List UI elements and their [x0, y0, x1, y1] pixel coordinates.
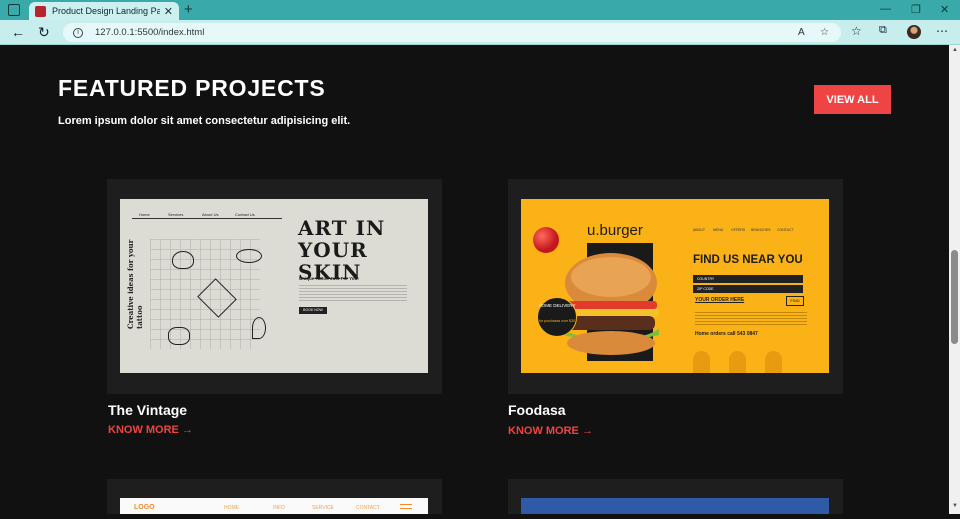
skull-tattoo-icon	[168, 327, 190, 345]
food-nav-item: MENU	[713, 228, 724, 232]
burger-logo: u.burger	[587, 222, 643, 239]
section-subtitle: Lorem ipsum dolor sit amet consectetur a…	[58, 115, 351, 127]
dagger-tattoo-icon	[252, 317, 266, 339]
vin-nav-item: Home	[139, 212, 150, 217]
section-title: FEATURED PROJECTS	[58, 75, 326, 101]
delivery-badge-title: HOME DELIVERY	[538, 303, 576, 308]
arch-shape	[693, 351, 710, 373]
know-more-link[interactable]: KNOW MORE →	[108, 424, 193, 436]
scroll-up-icon[interactable]: ▲	[952, 47, 958, 53]
close-window-icon[interactable]: ✕	[940, 3, 949, 16]
scroll-down-icon[interactable]: ▼	[952, 503, 958, 509]
page-viewport: FEATURED PROJECTS Lorem ipsum dolor sit …	[0, 45, 949, 514]
tab-title: Product Design Landing Page	[52, 6, 160, 16]
delivery-badge-sub: for purchases over $30	[539, 319, 575, 323]
view-all-button[interactable]: VIEW ALL	[814, 85, 891, 114]
paragraph-lines	[299, 285, 407, 303]
foodasa-thumbnail[interactable]: u.burger ABOUT MENU OFFERS BRANCHES CONT…	[521, 199, 829, 373]
profile-avatar[interactable]	[907, 25, 921, 39]
close-tab-icon[interactable]: ✕	[164, 5, 173, 18]
project-card-next-1[interactable]: LOGO HOME INFO SERVICE CONTACT	[107, 479, 442, 514]
back-arrow-icon[interactable]: ←	[11, 24, 25, 40]
phone-text: Home orders call 543 0847	[695, 331, 758, 337]
browser-tab[interactable]: Product Design Landing Page ✕	[29, 2, 179, 20]
next-thumbnail: LOGO HOME INFO SERVICE CONTACT	[120, 498, 428, 514]
browser-toolbar: ← ↻ i 127.0.0.1:5500/index.html A ☆ ☆ ⧉ …	[0, 20, 960, 45]
project-card-next-2[interactable]	[508, 479, 843, 514]
tab-actions-icon[interactable]	[8, 4, 20, 16]
project-name: The Vintage	[108, 402, 188, 418]
vintage-tagline: Unique Tattoo Just For You!	[299, 276, 359, 281]
food-nav-item: OFFERS	[731, 228, 746, 232]
country-select: COUNTRY	[693, 275, 803, 283]
vintage-headline: ART IN YOUR SKIN	[298, 217, 428, 283]
find-us-heading: FIND US NEAR YOU	[693, 254, 803, 266]
tomato-icon	[533, 227, 559, 253]
next-nav-item: HOME	[224, 505, 239, 511]
arch-shape	[765, 351, 782, 373]
collections-icon[interactable]: ⧉	[879, 24, 887, 37]
vin-nav-item: Services	[168, 212, 184, 217]
arch-shape	[729, 351, 746, 373]
heart-tattoo-icon	[172, 251, 194, 269]
next-nav-item: INFO	[273, 505, 285, 511]
browser-tab-bar: Product Design Landing Page ✕ + — ❐ ✕	[0, 0, 960, 20]
scrollbar-thumb[interactable]	[951, 250, 958, 344]
vin-nav-item: Contact Us	[235, 212, 255, 217]
know-more-link[interactable]: KNOW MORE →	[508, 425, 593, 437]
read-aloud-icon[interactable]: A	[798, 27, 805, 38]
vin-nav-item: About Us	[202, 212, 219, 217]
favorites-icon[interactable]: ☆	[851, 24, 862, 38]
address-bar[interactable]: i 127.0.0.1:5500/index.html A ☆	[63, 23, 841, 42]
zip-select: ZIP CODE	[693, 285, 803, 293]
next-nav-item: CONTACT	[356, 505, 380, 511]
site-info-icon[interactable]: i	[73, 27, 83, 38]
next-nav-item: SERVICE	[312, 505, 334, 511]
next-logo: LOGO	[134, 504, 155, 511]
new-tab-icon[interactable]: +	[184, 1, 193, 18]
food-nav-item: ABOUT	[693, 228, 706, 232]
minimize-icon[interactable]: —	[880, 3, 891, 15]
book-now-button: BOOK NOW	[299, 307, 327, 314]
order-field: YOUR ORDER HERE	[695, 297, 745, 303]
eye-tattoo-icon	[236, 249, 262, 263]
next-thumbnail	[521, 498, 829, 514]
more-options-icon[interactable]: ⋯	[936, 24, 948, 38]
menu-icon	[400, 504, 412, 509]
headline-line-1: ART IN	[298, 216, 386, 240]
side-tagline: Creative ideas for your tattoo	[126, 239, 144, 329]
url-text: 127.0.0.1:5500/index.html	[95, 27, 205, 38]
find-button: FIND	[786, 296, 804, 306]
project-card-foodasa[interactable]: u.burger ABOUT MENU OFFERS BRANCHES CONT…	[508, 179, 843, 394]
favorite-icon[interactable]: ☆	[820, 27, 829, 38]
site-favicon-icon	[35, 5, 46, 17]
paragraph-lines	[695, 312, 807, 326]
restore-icon[interactable]: ❐	[911, 3, 921, 16]
vintage-thumbnail[interactable]: Home Services About Us Contact Us Creati…	[120, 199, 428, 373]
project-name: Foodasa	[508, 402, 566, 418]
divider	[132, 218, 282, 219]
project-card-vintage[interactable]: Home Services About Us Contact Us Creati…	[107, 179, 442, 394]
food-nav-item: CONTACT	[777, 228, 794, 232]
food-nav-item: BRANCHES	[751, 228, 771, 232]
refresh-icon[interactable]: ↻	[38, 24, 50, 41]
